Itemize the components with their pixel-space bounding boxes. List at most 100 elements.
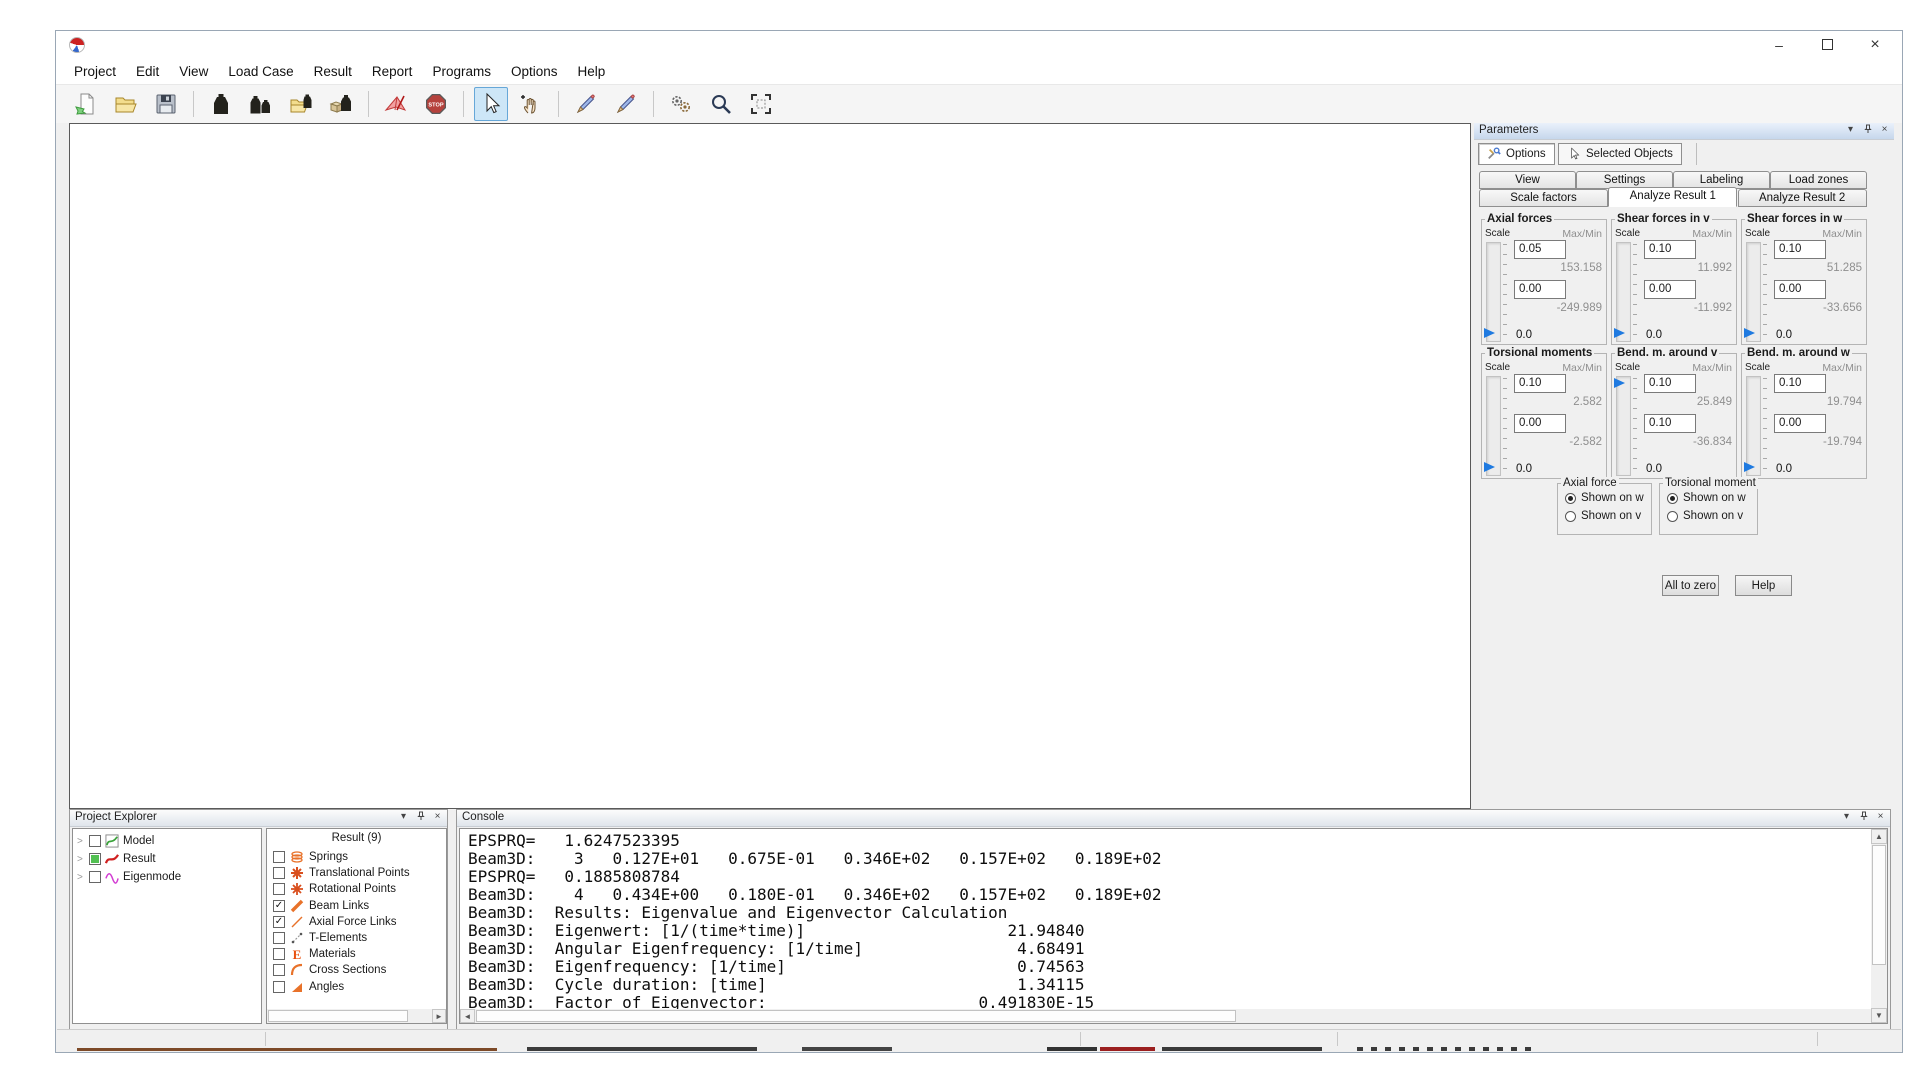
list-item-materials[interactable]: EMaterials bbox=[273, 947, 356, 961]
scale-slider-track[interactable] bbox=[1616, 376, 1631, 476]
tab-analyze-result-1[interactable]: Analyze Result 1 bbox=[1608, 187, 1737, 207]
pin-icon[interactable] bbox=[1857, 811, 1870, 824]
scale-slider-track[interactable] bbox=[1616, 242, 1631, 342]
tab-analyze-result-2[interactable]: Analyze Result 2 bbox=[1738, 189, 1867, 207]
scale-slider-thumb[interactable] bbox=[1614, 328, 1625, 338]
tree-item-result[interactable]: >Result bbox=[77, 852, 156, 866]
list-item-angles[interactable]: Angles bbox=[273, 980, 344, 994]
close-button[interactable]: × bbox=[1852, 31, 1898, 59]
tab-view[interactable]: View bbox=[1479, 171, 1576, 189]
close-icon[interactable]: × bbox=[431, 811, 444, 824]
list-checkbox[interactable] bbox=[273, 867, 285, 879]
tree-checkbox[interactable] bbox=[89, 871, 101, 883]
load-case-button[interactable] bbox=[204, 87, 238, 121]
new-model-button[interactable] bbox=[69, 87, 103, 121]
scale-value-input[interactable]: 0.10 bbox=[1514, 374, 1566, 393]
radio-option[interactable]: Shown on v bbox=[1565, 510, 1641, 522]
tree-checkbox[interactable] bbox=[89, 835, 101, 847]
list-checkbox[interactable] bbox=[273, 851, 285, 863]
pan-tool-button[interactable] bbox=[514, 87, 548, 121]
scale-slider-thumb[interactable] bbox=[1744, 462, 1755, 472]
radio-option[interactable]: Shown on w bbox=[1667, 492, 1746, 504]
zoom-extents-button[interactable] bbox=[744, 87, 778, 121]
scale-slider-thumb[interactable] bbox=[1744, 328, 1755, 338]
scroll-down-icon[interactable]: ▼ bbox=[1871, 1008, 1887, 1023]
help-button[interactable]: Help bbox=[1735, 575, 1792, 596]
kinematics-button[interactable] bbox=[664, 87, 698, 121]
offset-value-input[interactable]: 0.00 bbox=[1774, 280, 1826, 299]
scale-slider-thumb[interactable] bbox=[1484, 328, 1495, 338]
minimize-button[interactable]: – bbox=[1756, 31, 1802, 59]
list-item-beam-links[interactable]: ✓Beam Links bbox=[273, 899, 369, 913]
list-item-cross-sections[interactable]: Cross Sections bbox=[273, 963, 386, 977]
list-item-springs[interactable]: Springs bbox=[273, 850, 348, 864]
tree-item-model[interactable]: >Model bbox=[77, 834, 154, 848]
list-checkbox[interactable]: ✓ bbox=[273, 900, 285, 912]
mode-button-options[interactable]: Options bbox=[1478, 143, 1555, 165]
model-3d-viewport[interactable] bbox=[69, 123, 1471, 809]
open-load-case-button[interactable] bbox=[284, 87, 318, 121]
scale-value-input[interactable]: 0.10 bbox=[1774, 240, 1826, 259]
select-tool-button[interactable] bbox=[474, 87, 508, 121]
console-vscrollbar[interactable]: ▲▼ bbox=[1871, 829, 1887, 1023]
load-case-manager-button[interactable] bbox=[244, 87, 278, 121]
calculate-button[interactable] bbox=[379, 87, 413, 121]
menu-item-options[interactable]: Options bbox=[501, 59, 568, 85]
result-list-hscrollbar[interactable]: ► bbox=[267, 1009, 446, 1023]
scale-slider-track[interactable] bbox=[1746, 242, 1761, 342]
list-item-rotational-points[interactable]: Rotational Points bbox=[273, 882, 396, 896]
pin-icon[interactable] bbox=[1861, 124, 1874, 137]
list-item-translational-points[interactable]: Translational Points bbox=[273, 866, 410, 880]
all-to-zero-button[interactable]: All to zero bbox=[1662, 575, 1719, 596]
offset-value-input[interactable]: 0.10 bbox=[1644, 414, 1696, 433]
menu-item-edit[interactable]: Edit bbox=[126, 59, 169, 85]
tree-checkbox[interactable] bbox=[89, 853, 101, 865]
expand-chevron-icon[interactable]: > bbox=[77, 854, 85, 865]
chevron-down-icon[interactable]: ▾ bbox=[1840, 811, 1853, 824]
list-checkbox[interactable] bbox=[273, 948, 285, 960]
close-icon[interactable]: × bbox=[1878, 124, 1891, 137]
chevron-down-icon[interactable]: ▾ bbox=[397, 811, 410, 824]
radio-selected-icon[interactable] bbox=[1565, 493, 1576, 504]
save-model-button[interactable] bbox=[149, 87, 183, 121]
scale-slider-track[interactable] bbox=[1486, 242, 1501, 342]
stop-button[interactable]: STOP bbox=[419, 87, 453, 121]
offset-value-input[interactable]: 0.00 bbox=[1774, 414, 1826, 433]
offset-value-input[interactable]: 0.00 bbox=[1514, 414, 1566, 433]
menu-item-project[interactable]: Project bbox=[64, 59, 126, 85]
close-icon[interactable]: × bbox=[1874, 811, 1887, 824]
pin-icon[interactable] bbox=[414, 811, 427, 824]
tree-item-eigenmode[interactable]: >Eigenmode bbox=[77, 870, 181, 884]
scale-slider-thumb[interactable] bbox=[1484, 462, 1495, 472]
scroll-up-icon[interactable]: ▲ bbox=[1871, 829, 1887, 844]
expand-chevron-icon[interactable]: > bbox=[77, 836, 85, 847]
menu-item-view[interactable]: View bbox=[169, 59, 218, 85]
offset-value-input[interactable]: 0.00 bbox=[1514, 280, 1566, 299]
tab-scale-factors[interactable]: Scale factors bbox=[1479, 189, 1608, 207]
list-checkbox[interactable] bbox=[273, 964, 285, 976]
list-item-t-elements[interactable]: T-Elements bbox=[273, 931, 367, 945]
console-hscrollbar[interactable]: ◄ bbox=[460, 1009, 1871, 1023]
radio-unselected-icon[interactable] bbox=[1667, 511, 1678, 522]
radio-selected-icon[interactable] bbox=[1667, 493, 1678, 504]
scale-slider-thumb[interactable] bbox=[1614, 378, 1625, 388]
radio-option[interactable]: Shown on w bbox=[1565, 492, 1644, 504]
list-checkbox[interactable] bbox=[273, 981, 285, 993]
draw-link-button[interactable] bbox=[609, 87, 643, 121]
chevron-down-icon[interactable]: ▾ bbox=[1844, 124, 1857, 137]
radio-unselected-icon[interactable] bbox=[1565, 511, 1576, 522]
menu-item-load-case[interactable]: Load Case bbox=[218, 59, 303, 85]
list-checkbox[interactable]: ✓ bbox=[273, 916, 285, 928]
scale-value-input[interactable]: 0.05 bbox=[1514, 240, 1566, 259]
scale-value-input[interactable]: 0.10 bbox=[1644, 374, 1696, 393]
zoom-tool-button[interactable] bbox=[704, 87, 738, 121]
scale-slider-track[interactable] bbox=[1746, 376, 1761, 476]
list-checkbox[interactable] bbox=[273, 932, 285, 944]
maximize-button[interactable] bbox=[1804, 31, 1850, 59]
radio-option[interactable]: Shown on v bbox=[1667, 510, 1743, 522]
expand-chevron-icon[interactable]: > bbox=[77, 872, 85, 883]
import-load-case-button[interactable] bbox=[324, 87, 358, 121]
menu-item-result[interactable]: Result bbox=[304, 59, 362, 85]
menu-item-programs[interactable]: Programs bbox=[422, 59, 501, 85]
scale-value-input[interactable]: 0.10 bbox=[1774, 374, 1826, 393]
